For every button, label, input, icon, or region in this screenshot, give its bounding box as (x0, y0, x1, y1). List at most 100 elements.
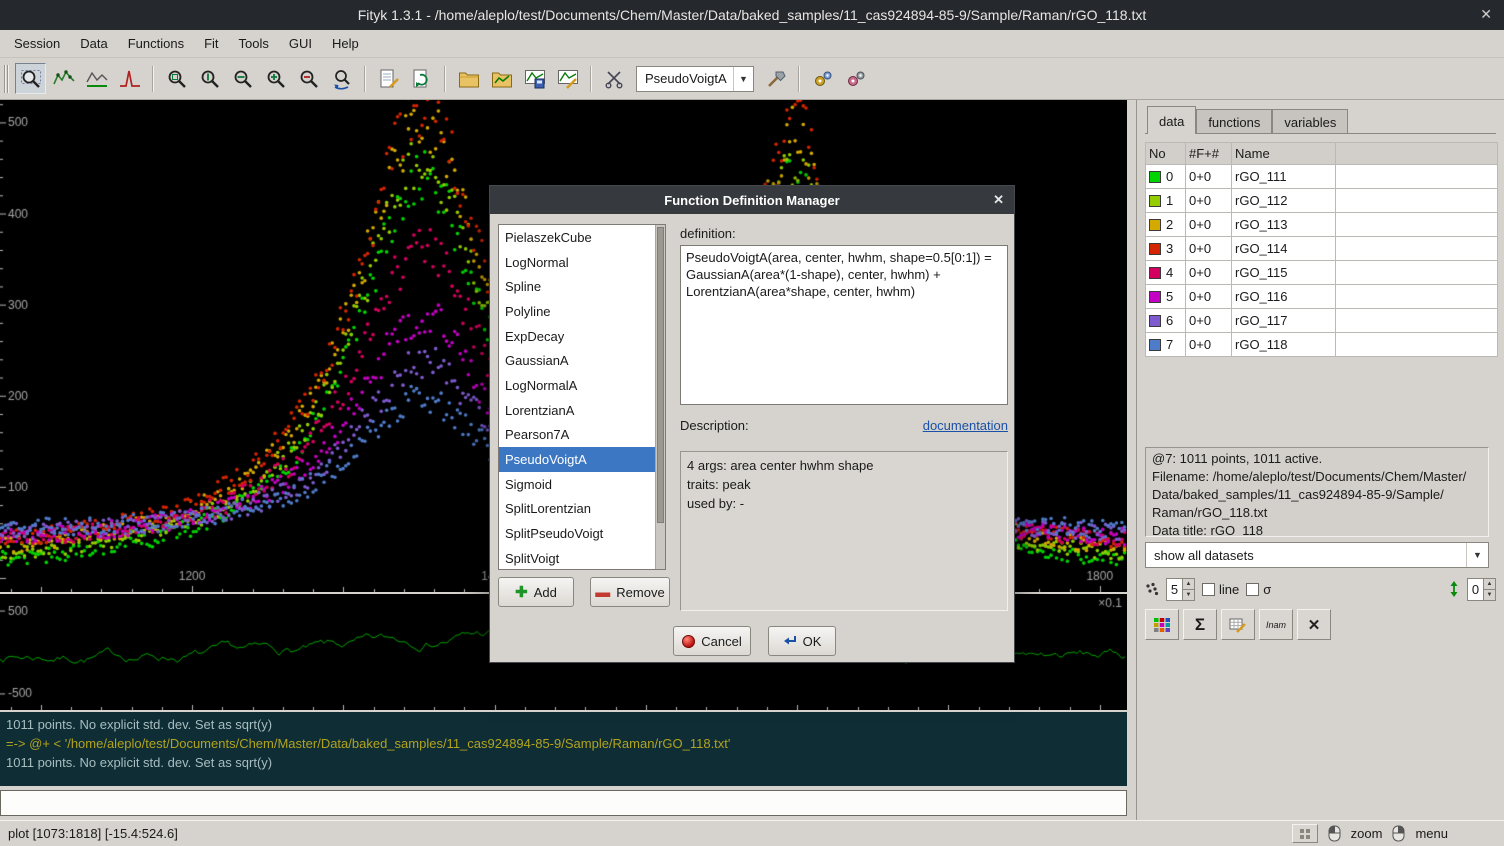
dataset-color-swatch[interactable] (1149, 267, 1161, 279)
show-datasets-select[interactable]: show all datasets ▼ (1145, 542, 1489, 568)
function-list-item[interactable]: Pearson7A (499, 423, 655, 448)
function-list[interactable]: PielaszekCubeLogNormalSplinePolylineExpD… (498, 224, 666, 570)
auto-add-button[interactable] (760, 63, 791, 94)
zoom-all-button[interactable] (161, 63, 192, 94)
dialog-close-icon[interactable]: ✕ (993, 192, 1004, 208)
open-data-button[interactable] (453, 63, 484, 94)
dataset-row[interactable]: 10+0rGO_112 (1146, 189, 1498, 213)
stepper-arrows[interactable]: ▲▼ (1182, 579, 1194, 600)
ok-button[interactable]: OK (768, 626, 836, 656)
menu-tools[interactable]: Tools (229, 31, 279, 56)
edit-script-button[interactable] (552, 63, 583, 94)
tab-functions[interactable]: functions (1196, 109, 1272, 134)
scrollbar-thumb[interactable] (657, 227, 664, 523)
function-list-item[interactable]: Spline (499, 274, 655, 299)
dataset-color-swatch[interactable] (1149, 243, 1161, 255)
sum-button[interactable]: Σ (1183, 609, 1217, 640)
dataset-color-swatch[interactable] (1149, 339, 1161, 351)
save-session-button[interactable] (519, 63, 550, 94)
zoom-vertical-button[interactable] (194, 63, 225, 94)
open-session-button[interactable] (486, 63, 517, 94)
output-console[interactable]: 1011 points. No explicit std. dev. Set a… (0, 712, 1127, 786)
dataset-row[interactable]: 70+0rGO_118 (1146, 333, 1498, 357)
menu-data[interactable]: Data (70, 31, 117, 56)
function-list-item[interactable]: SplitPseudoVoigt (499, 521, 655, 546)
dataset-color-swatch[interactable] (1149, 195, 1161, 207)
data-range-mode-button[interactable] (48, 63, 79, 94)
minus-icon: ▬ (595, 585, 610, 600)
add-button[interactable]: ✚ Add (498, 577, 574, 607)
function-list-item[interactable]: ExpDecay (499, 324, 655, 349)
function-list-item[interactable]: PseudoVoigtA (499, 447, 655, 472)
menu-help[interactable]: Help (322, 31, 369, 56)
edit-data-button[interactable] (1221, 609, 1255, 640)
remove-button[interactable]: ▬ Remove (590, 577, 670, 607)
log-viewer-button[interactable] (373, 63, 404, 94)
menu-fit[interactable]: Fit (194, 31, 228, 56)
function-list-scrollbar[interactable] (655, 225, 665, 569)
dataset-color-swatch[interactable] (1149, 291, 1161, 303)
data-transform-button[interactable] (599, 63, 630, 94)
stepper-down-icon[interactable]: ▼ (1484, 590, 1495, 600)
command-input[interactable] (0, 790, 1127, 816)
run-script-button[interactable] (807, 63, 838, 94)
function-list-item[interactable]: LorentzianA (499, 398, 655, 423)
grid-dots-icon (1299, 828, 1311, 840)
cancel-button[interactable]: Cancel (673, 626, 751, 656)
dataset-color-swatch[interactable] (1149, 171, 1161, 183)
dataset-row[interactable]: 60+0rGO_117 (1146, 309, 1498, 333)
tab-variables[interactable]: variables (1272, 109, 1348, 134)
col-header-f[interactable]: #F+# (1186, 143, 1232, 165)
point-size-stepper[interactable]: 5 ▲▼ (1166, 578, 1195, 601)
sigma-checkbox[interactable] (1246, 583, 1259, 596)
zoom-previous-button[interactable] (326, 63, 357, 94)
menu-session[interactable]: Session (4, 31, 70, 56)
window-close-icon[interactable]: ✕ (1480, 6, 1492, 23)
shift-stepper[interactable]: 0 ▲▼ (1467, 578, 1496, 601)
dataset-color-swatch[interactable] (1149, 219, 1161, 231)
stepper-up-icon[interactable]: ▲ (1484, 579, 1495, 590)
zoom-in-button[interactable] (260, 63, 291, 94)
baseline-mode-button[interactable] (81, 63, 112, 94)
function-list-item[interactable]: Polyline (499, 299, 655, 324)
dataset-row[interactable]: 30+0rGO_114 (1146, 237, 1498, 261)
col-header-name[interactable]: Name (1232, 143, 1336, 165)
dataset-row[interactable]: 40+0rGO_115 (1146, 261, 1498, 285)
function-list-item[interactable]: SplitLorentzian (499, 497, 655, 522)
toolbar-grip[interactable] (4, 65, 9, 93)
rename-dataset-button[interactable]: Inam (1259, 609, 1293, 640)
stepper-down-icon[interactable]: ▼ (1183, 590, 1194, 600)
function-list-item[interactable]: SplitVoigt (499, 546, 655, 570)
function-list-item[interactable]: LogNormal (499, 250, 655, 275)
zoom-mode-button[interactable] (15, 63, 46, 94)
documentation-link[interactable]: documentation (923, 418, 1008, 433)
dataset-colors-button[interactable] (1145, 609, 1179, 640)
delete-dataset-button[interactable]: ✕ (1297, 609, 1331, 640)
dataset-row[interactable]: 50+0rGO_116 (1146, 285, 1498, 309)
settings-button[interactable] (840, 63, 871, 94)
function-type-select[interactable]: PseudoVoigtA ▼ (636, 66, 754, 92)
gear-icon (845, 68, 867, 90)
statusbar-prefs-button[interactable] (1292, 824, 1318, 843)
add-peak-mode-button[interactable] (114, 63, 145, 94)
function-list-item[interactable]: Sigmoid (499, 472, 655, 497)
zoom-out-button[interactable] (293, 63, 324, 94)
dataset-row[interactable]: 00+0rGO_111 (1146, 165, 1498, 189)
line-checkbox[interactable] (1202, 583, 1215, 596)
stepper-up-icon[interactable]: ▲ (1183, 579, 1194, 590)
col-header-no[interactable]: No (1146, 143, 1186, 165)
definition-field[interactable]: PseudoVoigtA(area, center, hwhm, shape=0… (680, 245, 1008, 405)
reload-data-button[interactable] (406, 63, 437, 94)
menu-gui[interactable]: GUI (279, 31, 322, 56)
dataset-info-line: Data/baked_samples/11_cas924894-85-9/Sam… (1152, 486, 1482, 504)
dataset-color-swatch[interactable] (1149, 315, 1161, 327)
zoom-horizontal-button[interactable] (227, 63, 258, 94)
function-list-item[interactable]: LogNormalA (499, 373, 655, 398)
tab-data[interactable]: data (1147, 106, 1196, 134)
stepper-arrows[interactable]: ▲▼ (1483, 579, 1495, 600)
dataset-row[interactable]: 20+0rGO_113 (1146, 213, 1498, 237)
fityk-window: { "window": { "title": "Fityk 1.3.1 - /h… (0, 0, 1504, 846)
function-list-item[interactable]: GaussianA (499, 348, 655, 373)
function-list-item[interactable]: PielaszekCube (499, 225, 655, 250)
menu-functions[interactable]: Functions (118, 31, 194, 56)
